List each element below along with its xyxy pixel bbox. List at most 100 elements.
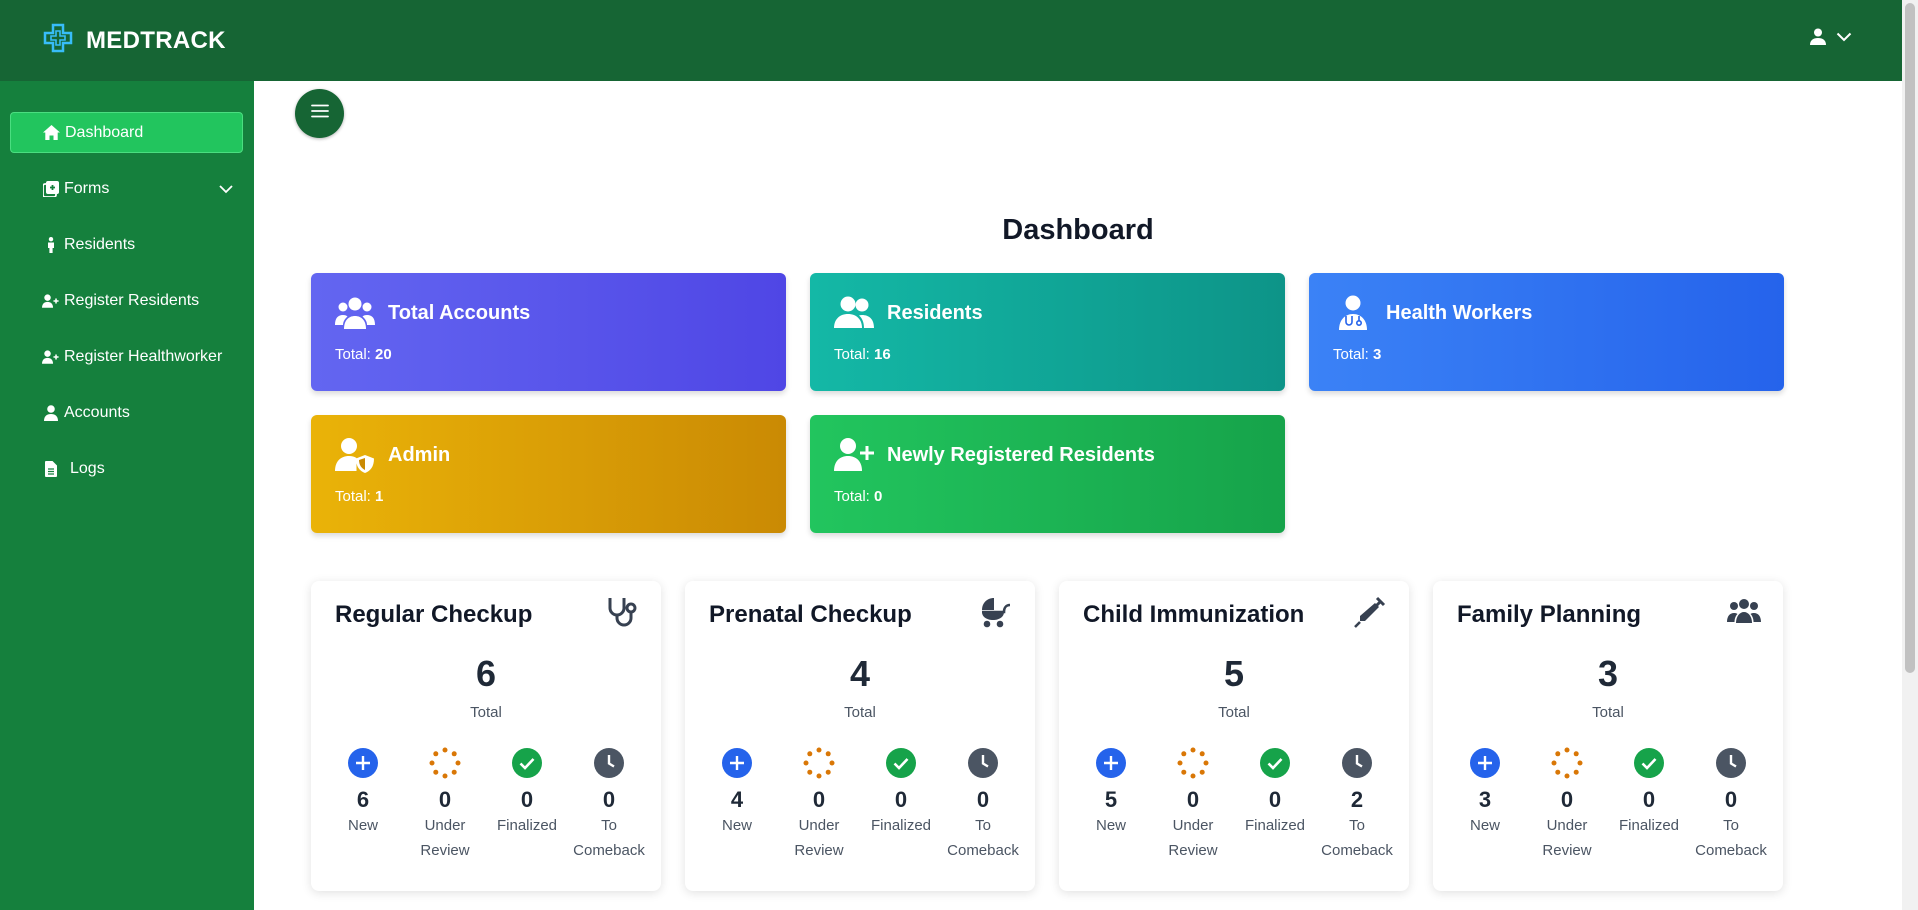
status-count: 6 — [356, 787, 370, 812]
plus-circle-icon — [348, 748, 378, 778]
syringe-icon — [1353, 595, 1387, 629]
status-label: To Comeback — [573, 817, 645, 859]
user-shield-icon — [335, 437, 375, 473]
status-count: 0 — [1642, 787, 1656, 812]
status-to-comeback[interactable]: 0 To Comeback — [1686, 747, 1776, 863]
top-navbar: MEDTRACK — [0, 0, 1902, 81]
status-new[interactable]: 4 New — [692, 747, 782, 838]
sidebar-item-dashboard[interactable]: Dashboard — [10, 112, 243, 153]
stat-card-title: Residents — [887, 302, 983, 324]
service-title: Regular Checkup — [335, 601, 533, 628]
status-count: 0 — [1186, 787, 1200, 812]
status-label: To Comeback — [1321, 817, 1393, 859]
status-count: 0 — [812, 787, 826, 812]
clock-icon — [594, 748, 624, 778]
status-count: 5 — [1104, 787, 1118, 812]
service-card-child-immunization[interactable]: Child Immunization 5 Total 5 New 0 Under… — [1059, 581, 1409, 891]
plus-circle-icon — [1470, 748, 1500, 778]
stat-card-newly-registered[interactable]: Newly Registered Residents Total: 0 — [810, 415, 1285, 533]
sidebar-item-label: Forms — [64, 179, 110, 197]
status-label: New — [347, 817, 378, 834]
sidebar-item-forms[interactable]: Forms — [10, 168, 243, 209]
check-circle-icon — [1634, 748, 1664, 778]
status-to-comeback[interactable]: 0 To Comeback — [938, 747, 1028, 863]
status-under-review[interactable]: 0 Under Review — [1148, 747, 1238, 863]
status-count: 3 — [1478, 787, 1492, 812]
sidebar-item-logs[interactable]: Logs — [10, 448, 243, 489]
sidebar-item-register-healthworker[interactable]: Register Healthworker — [10, 336, 243, 377]
service-total: 5 — [1223, 653, 1245, 694]
person-icon — [42, 236, 59, 253]
users-icon — [335, 295, 375, 331]
status-label: Finalized — [1244, 817, 1306, 834]
clock-icon — [1342, 748, 1372, 778]
spinner-icon — [1551, 747, 1583, 779]
service-card-regular-checkup[interactable]: Regular Checkup 6 Total 6 New 0 Under Re… — [311, 581, 661, 891]
status-count: 0 — [894, 787, 908, 812]
sidebar-item-register-residents[interactable]: Register Residents — [10, 280, 243, 321]
status-label: To Comeback — [1695, 817, 1767, 859]
sidebar-item-label: Register Residents — [64, 291, 200, 309]
service-total: 6 — [475, 653, 497, 694]
status-count: 0 — [602, 787, 616, 812]
status-under-review[interactable]: 0 Under Review — [774, 747, 864, 863]
status-new[interactable]: 3 New — [1440, 747, 1530, 838]
service-total-label: Total — [844, 704, 876, 721]
status-new[interactable]: 6 New — [318, 747, 408, 838]
status-new[interactable]: 5 New — [1066, 747, 1156, 838]
stat-card-total: Total: 0 — [834, 488, 883, 505]
status-count: 0 — [1724, 787, 1738, 812]
service-total-label: Total — [470, 704, 502, 721]
forms-icon — [42, 180, 59, 197]
user-plus-icon — [42, 292, 59, 309]
stat-card-total-value: 16 — [874, 346, 891, 363]
status-finalized[interactable]: 0 Finalized — [482, 747, 572, 838]
sidebar-item-accounts[interactable]: Accounts — [10, 392, 243, 433]
page-title: Dashboard — [1002, 214, 1154, 246]
spinner-icon — [1177, 747, 1209, 779]
check-circle-icon — [1260, 748, 1290, 778]
sidebar-item-label: Accounts — [64, 403, 130, 421]
sidebar-item-residents[interactable]: Residents — [10, 224, 243, 265]
scrollbar-thumb[interactable] — [1905, 3, 1915, 673]
page-scrollbar[interactable] — [1902, 0, 1918, 910]
home-icon — [43, 124, 60, 141]
status-label: New — [721, 817, 752, 834]
status-finalized[interactable]: 0 Finalized — [1230, 747, 1320, 838]
sidebar-item-label: Register Healthworker — [64, 347, 223, 365]
stat-card-total-value: 1 — [375, 488, 384, 505]
stat-card-total: Total: 20 — [335, 346, 392, 363]
status-under-review[interactable]: 0 Under Review — [400, 747, 490, 863]
brand[interactable]: MEDTRACK — [42, 22, 226, 59]
status-count: 4 — [730, 787, 744, 812]
service-card-prenatal-checkup[interactable]: Prenatal Checkup 4 Total 4 New 0 Under R… — [685, 581, 1035, 891]
status-label: Finalized — [496, 817, 558, 834]
status-count: 0 — [976, 787, 990, 812]
stat-card-total: Total: 1 — [335, 488, 384, 505]
user-menu-toggle[interactable] — [1810, 28, 1852, 45]
check-circle-icon — [512, 748, 542, 778]
stat-card-admin[interactable]: Admin Total: 1 — [311, 415, 786, 533]
stat-card-health-workers[interactable]: Health Workers Total: 3 — [1309, 273, 1784, 391]
status-label: Under Review — [1542, 817, 1592, 859]
status-finalized[interactable]: 0 Finalized — [1604, 747, 1694, 838]
menu-toggle-button[interactable] — [295, 89, 344, 138]
status-to-comeback[interactable]: 2 To Comeback — [1312, 747, 1402, 863]
status-label: Under Review — [420, 817, 470, 859]
spinner-icon — [429, 747, 461, 779]
stat-card-total: Total: 3 — [1333, 346, 1382, 363]
user-plus-icon — [42, 348, 59, 365]
hamburger-icon — [310, 104, 329, 123]
stat-card-title: Newly Registered Residents — [887, 444, 1155, 466]
medical-cross-icon — [42, 22, 74, 59]
status-to-comeback[interactable]: 0 To Comeback — [564, 747, 654, 863]
status-finalized[interactable]: 0 Finalized — [856, 747, 946, 838]
stat-card-title: Health Workers — [1386, 302, 1533, 324]
stat-card-residents[interactable]: Residents Total: 16 — [810, 273, 1285, 391]
service-card-family-planning[interactable]: Family Planning 3 Total 3 New 0 Under Re… — [1433, 581, 1783, 891]
status-count: 0 — [520, 787, 534, 812]
status-label: New — [1095, 817, 1126, 834]
stat-card-total-accounts[interactable]: Total Accounts Total: 20 — [311, 273, 786, 391]
stat-card-total-value: 20 — [375, 346, 392, 363]
status-under-review[interactable]: 0 Under Review — [1522, 747, 1612, 863]
